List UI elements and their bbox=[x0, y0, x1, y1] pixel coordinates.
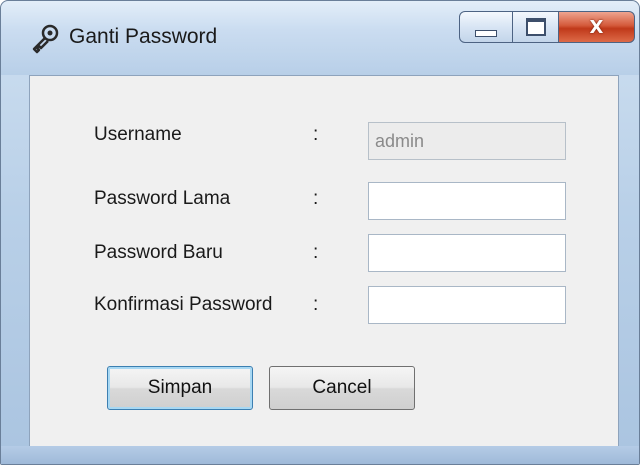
title-bar[interactable]: Ganti Password X bbox=[1, 1, 639, 75]
new-password-colon: : bbox=[313, 242, 319, 263]
confirm-password-label: Konfirmasi Password bbox=[94, 294, 273, 315]
close-button[interactable]: X bbox=[559, 11, 635, 43]
username-field[interactable] bbox=[368, 122, 566, 160]
maximize-button[interactable] bbox=[513, 11, 559, 43]
new-password-field[interactable] bbox=[368, 234, 566, 272]
cancel-button[interactable]: Cancel bbox=[269, 366, 415, 410]
save-button[interactable]: Simpan bbox=[107, 366, 253, 410]
old-password-colon: : bbox=[313, 188, 319, 209]
confirm-password-field[interactable] bbox=[368, 286, 566, 324]
old-password-label: Password Lama bbox=[94, 188, 231, 209]
username-colon: : bbox=[313, 124, 319, 145]
new-password-label: Password Baru bbox=[94, 242, 223, 263]
wrench-key-icon bbox=[29, 23, 61, 55]
window-bottom-border bbox=[1, 446, 639, 464]
change-password-window: Ganti Password X Username : Password Lam… bbox=[0, 0, 640, 465]
maximize-icon bbox=[525, 18, 546, 36]
old-password-field[interactable] bbox=[368, 182, 566, 220]
window-title: Ganti Password bbox=[69, 25, 218, 48]
minimize-button[interactable] bbox=[459, 11, 513, 43]
close-icon: X bbox=[589, 16, 604, 38]
confirm-password-colon: : bbox=[313, 294, 319, 315]
form-panel: Username : Password Lama : Password Baru… bbox=[29, 75, 619, 448]
minimize-icon bbox=[475, 29, 497, 37]
username-label: Username bbox=[94, 124, 182, 145]
